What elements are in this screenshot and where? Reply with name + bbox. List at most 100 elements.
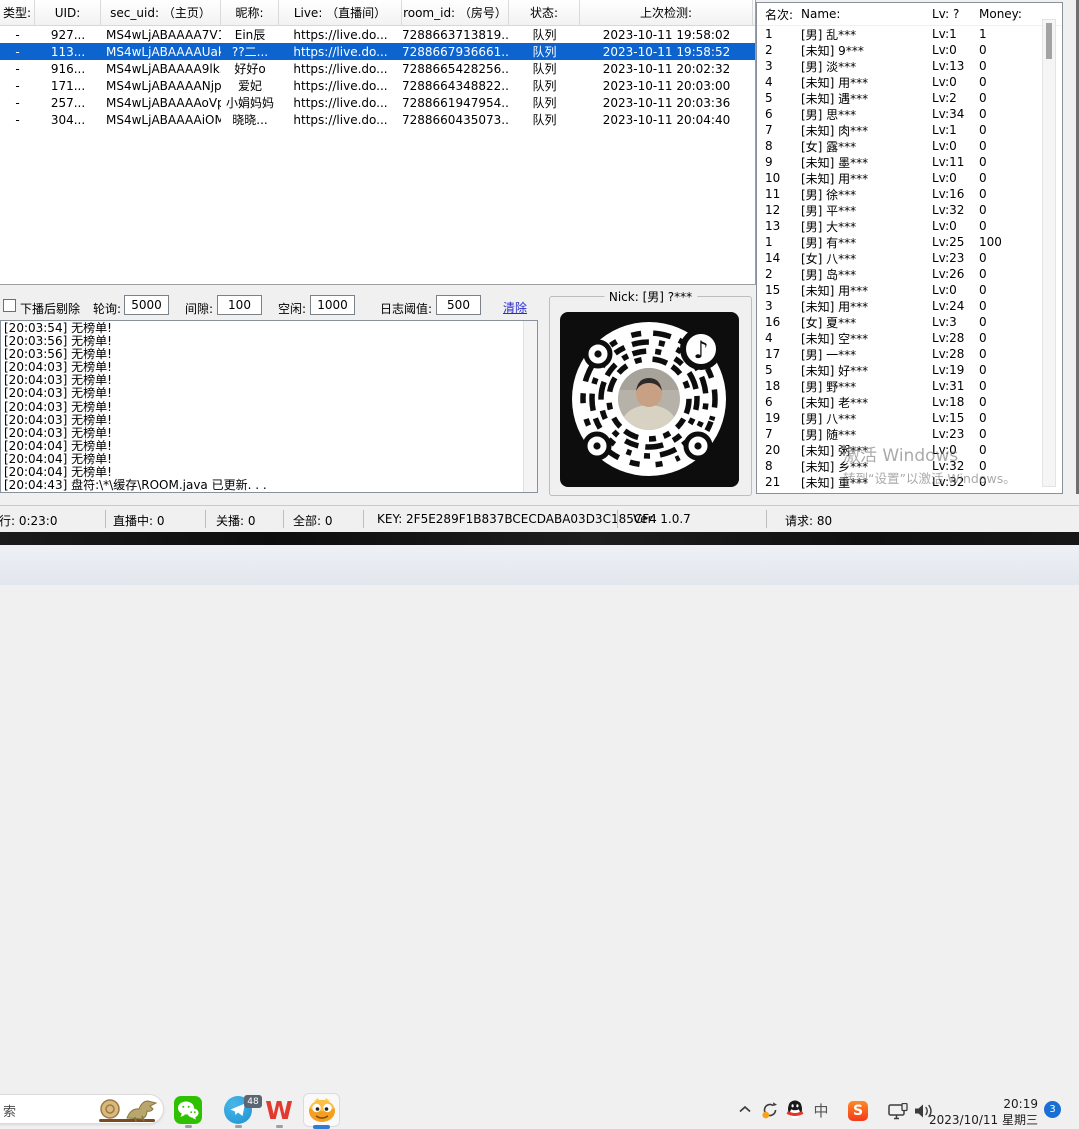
column-header[interactable]: UID: (35, 0, 101, 25)
wechat-icon[interactable] (174, 1096, 202, 1124)
column-header[interactable]: 昵称: (221, 0, 279, 25)
rank-row[interactable]: 16[女] 夏***Lv:30 (757, 314, 1062, 330)
rank-cell: 11 (757, 187, 801, 201)
table-cell: - (0, 96, 35, 110)
input-method-icon[interactable]: 中 (812, 1101, 830, 1119)
status-bar: 运行: 0:23:0 直播中: 0 关播: 0 全部: 0 KEY: 2F5E2… (0, 505, 1079, 532)
rank-row[interactable]: 3[未知] 用***Lv:240 (757, 298, 1062, 314)
taskbar-search-box[interactable]: 索 (0, 1094, 164, 1124)
rank-row[interactable]: 9[未知] 墨***Lv:110 (757, 154, 1062, 170)
rank-cell: [未知] 肉*** (801, 122, 932, 139)
table-cell: 7288667936661... (402, 45, 509, 59)
gap-input[interactable] (217, 295, 262, 315)
rank-row[interactable]: 1[男] 有***Lv:25100 (757, 234, 1062, 250)
network-display-icon[interactable] (887, 1102, 909, 1120)
rank-row[interactable]: 2[未知] 9***Lv:00 (757, 42, 1062, 58)
column-header[interactable]: 状态: (509, 0, 580, 25)
rank-row[interactable]: 14[女] 八***Lv:230 (757, 250, 1062, 266)
rank-row[interactable]: 5[未知] 好***Lv:190 (757, 362, 1062, 378)
rank-cell: Lv:11 (932, 155, 979, 169)
rank-column-header[interactable]: Lv: ? (932, 7, 979, 21)
column-header[interactable]: room_id: （房号） (402, 0, 509, 25)
notification-badge[interactable]: 3 (1044, 1101, 1061, 1118)
table-row[interactable]: -304...MS4wLjABAAAAiOM...晓晓...https://li… (0, 111, 755, 128)
activate-windows-watermark: 激活 Windows (843, 441, 958, 466)
chevron-up-icon[interactable] (737, 1103, 753, 1115)
rank-row[interactable]: 12[男] 平***Lv:320 (757, 202, 1062, 218)
rank-column-header[interactable]: Name: (801, 7, 932, 21)
rank-row[interactable]: 6[未知] 老***Lv:180 (757, 394, 1062, 410)
rank-scrollbar[interactable] (1042, 19, 1056, 487)
rank-panel-header: 名次:Name:Lv: ?Money: (757, 3, 1062, 26)
rank-row[interactable]: 7[男] 随***Lv:230 (757, 426, 1062, 442)
log-threshold-input[interactable] (436, 295, 481, 315)
table-cell: - (0, 79, 35, 93)
qq-icon[interactable] (785, 1099, 805, 1121)
rank-column-header[interactable]: Money: (979, 7, 1037, 21)
rank-column-header[interactable]: 名次: (757, 6, 801, 23)
poll-input[interactable] (124, 295, 169, 315)
monitor-table-body: -927...MS4wLjABAAAA7V1...Ein辰https://liv… (0, 26, 755, 128)
status-divider (766, 510, 767, 528)
rank-cell: Lv:0 (932, 283, 979, 297)
sogou-icon[interactable]: S (848, 1101, 868, 1121)
table-cell: 队列 (509, 94, 580, 111)
wps-icon[interactable]: W (265, 1096, 293, 1124)
rank-cell: 0 (979, 139, 1037, 153)
column-header[interactable]: 类型: (0, 0, 35, 25)
sync-icon[interactable] (760, 1100, 780, 1120)
rank-row[interactable]: 7[未知] 肉***Lv:10 (757, 122, 1062, 138)
table-cell: 257... (35, 96, 101, 110)
table-row[interactable]: -927...MS4wLjABAAAA7V1...Ein辰https://liv… (0, 26, 755, 43)
rank-row[interactable]: 17[男] 一***Lv:280 (757, 346, 1062, 362)
remove-after-offline-checkbox[interactable] (3, 299, 16, 312)
column-header[interactable]: 上次检测: (580, 0, 753, 25)
column-header[interactable]: Live: （直播间） (279, 0, 402, 25)
rank-row[interactable]: 10[未知] 用***Lv:00 (757, 170, 1062, 186)
rank-cell: 3 (757, 59, 801, 73)
rank-cell: Lv:1 (932, 123, 979, 137)
rank-row[interactable]: 13[男] 大***Lv:00 (757, 218, 1062, 234)
rank-row[interactable]: 1[男] 乱***Lv:11 (757, 26, 1062, 42)
douyin-note-icon: ♪ (683, 331, 719, 367)
rank-row[interactable]: 11[男] 徐***Lv:160 (757, 186, 1062, 202)
rank-cell: [未知] 好*** (801, 362, 932, 379)
rank-row[interactable]: 4[未知] 用***Lv:00 (757, 74, 1062, 90)
rank-cell: [未知] 用*** (801, 298, 932, 315)
rank-cell: Lv:25 (932, 235, 979, 249)
rank-row[interactable]: 6[男] 思***Lv:340 (757, 106, 1062, 122)
rank-cell: 0 (979, 299, 1037, 313)
rank-row[interactable]: 4[未知] 空***Lv:280 (757, 330, 1062, 346)
rank-row[interactable]: 8[女] 露***Lv:00 (757, 138, 1062, 154)
rank-cell: Lv:26 (932, 267, 979, 281)
rank-row[interactable]: 2[男] 岛***Lv:260 (757, 266, 1062, 282)
rank-row[interactable]: 5[未知] 遇***Lv:20 (757, 90, 1062, 106)
log-output[interactable]: [20:03:54] 无榜单![20:03:56] 无榜单![20:03:56]… (0, 320, 538, 493)
rank-cell: 0 (979, 155, 1037, 169)
rank-cell: 5 (757, 363, 801, 377)
rank-cell: 0 (979, 59, 1037, 73)
rank-row[interactable]: 19[男] 八***Lv:150 (757, 410, 1062, 426)
rank-row[interactable]: 3[男] 淡***Lv:130 (757, 58, 1062, 74)
rank-row[interactable]: 15[未知] 用***Lv:00 (757, 282, 1062, 298)
idle-input[interactable] (310, 295, 355, 315)
rank-cell: Lv:19 (932, 363, 979, 377)
table-cell: MS4wLjABAAAANjp... (101, 79, 221, 93)
table-row[interactable]: -113...MS4wLjABAAAAUak...??二...https://l… (0, 43, 755, 60)
table-row[interactable]: -257...MS4wLjABAAAAoVp...小娟妈妈https://liv… (0, 94, 755, 111)
rank-cell: 0 (979, 171, 1037, 185)
table-cell: 队列 (509, 111, 580, 128)
taskbar-clock[interactable]: 20:19 2023/10/11 星期三 (928, 1096, 1038, 1128)
rank-cell: 0 (979, 363, 1037, 377)
rank-scrollbar-thumb[interactable] (1046, 23, 1052, 59)
table-cell: - (0, 45, 35, 59)
clear-log-link[interactable]: 清除 (503, 299, 527, 316)
rank-row[interactable]: 9[男] (757, 490, 1062, 494)
active-app-bee-icon[interactable] (303, 1093, 340, 1127)
table-cell: https://live.do... (279, 62, 402, 76)
log-scrollbar[interactable] (523, 321, 537, 492)
table-row[interactable]: -171...MS4wLjABAAAANjp...爱妃https://live.… (0, 77, 755, 94)
column-header[interactable]: sec_uid: （主页） (101, 0, 221, 25)
table-row[interactable]: -916...MS4wLjABAAAA9lk...好好ohttps://live… (0, 60, 755, 77)
rank-row[interactable]: 18[男] 野***Lv:310 (757, 378, 1062, 394)
